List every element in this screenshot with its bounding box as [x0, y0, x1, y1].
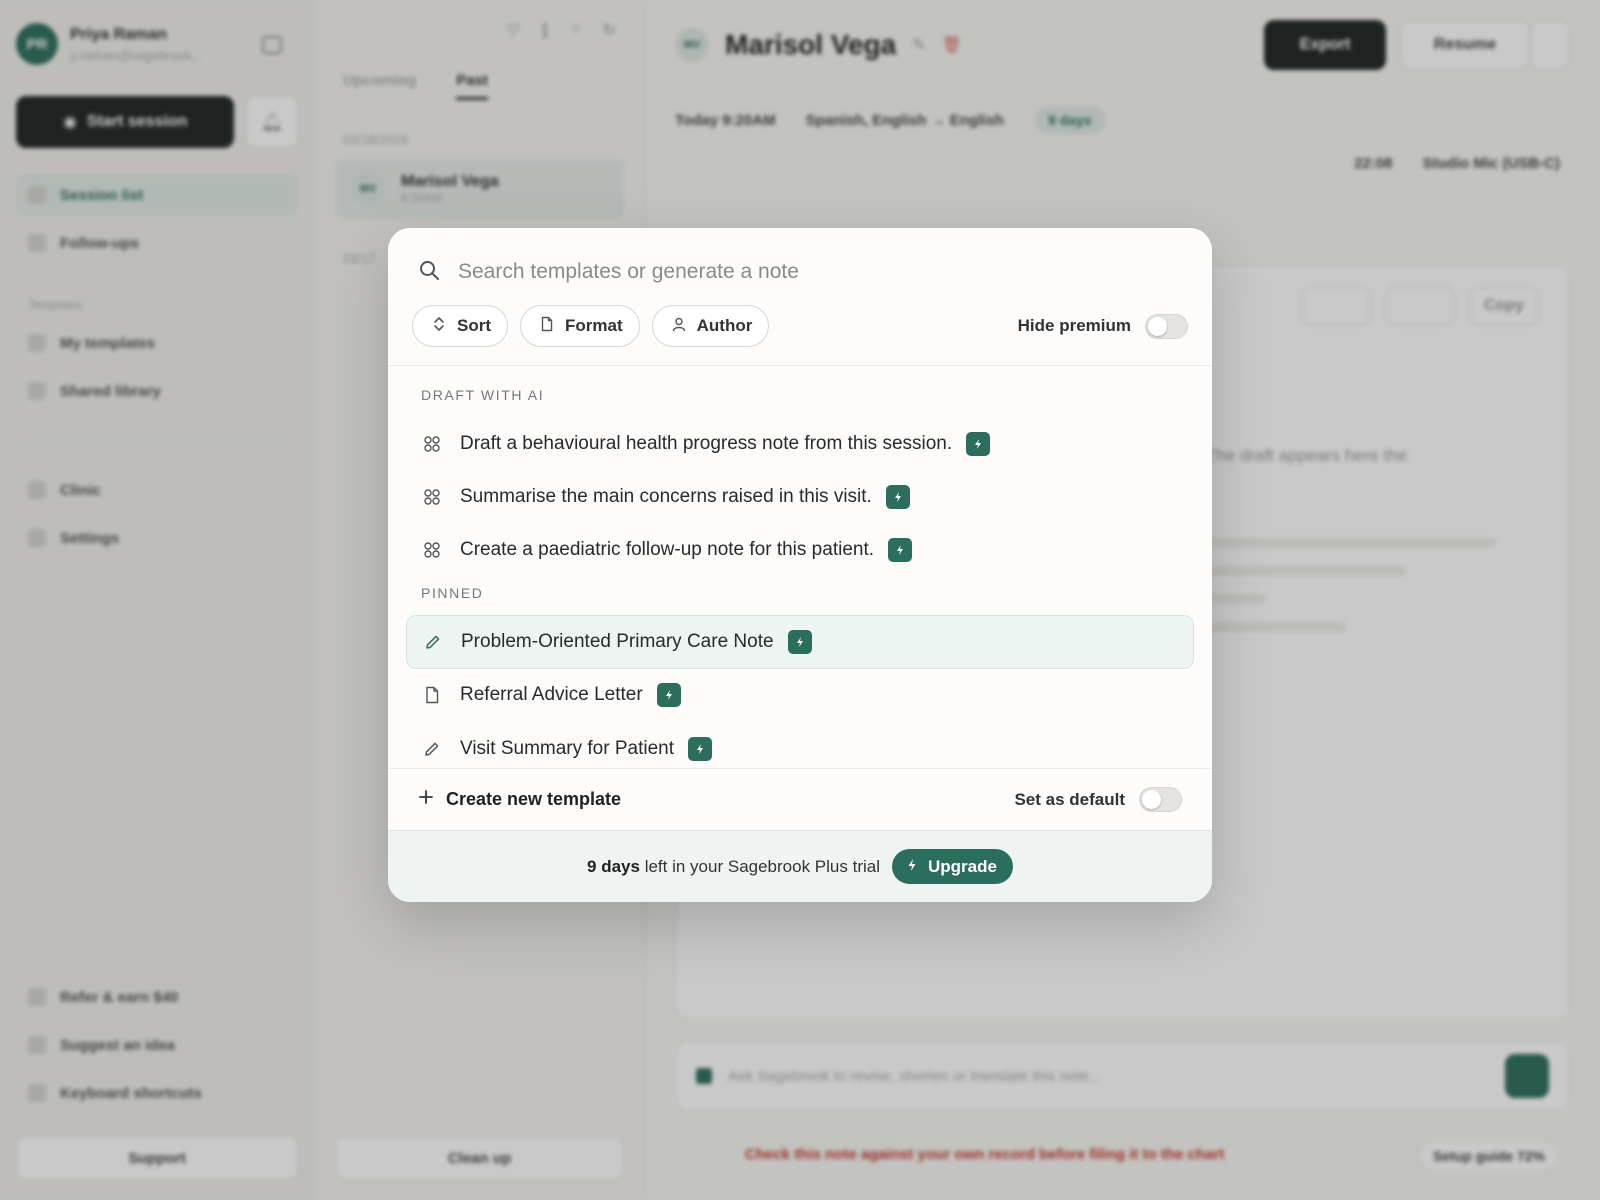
set-default-label: Set as default	[1014, 789, 1125, 809]
hide-premium-label: Hide premium	[1017, 316, 1131, 335]
ai-suggestion-item[interactable]: Create a paediatric follow-up note for t…	[406, 523, 1194, 577]
premium-bolt-icon	[966, 432, 991, 456]
sort-icon	[431, 316, 447, 337]
search-icon	[418, 259, 440, 286]
search-bar	[418, 252, 1182, 292]
premium-bolt-icon	[888, 538, 913, 562]
trial-text: left in your Sagebrook Plus trial	[644, 856, 880, 876]
format-filter-button[interactable]: Format	[520, 305, 640, 347]
ai-suggestion-item[interactable]: Summarise the main concerns raised in th…	[406, 470, 1194, 524]
chip-label: Author	[696, 316, 753, 335]
ai-suggestion-label: Summarise the main concerns raised in th…	[460, 486, 872, 507]
search-input[interactable]	[458, 260, 1182, 284]
sparkle-grid-icon	[422, 487, 442, 507]
create-new-template-button[interactable]: Create new template	[418, 789, 621, 810]
document-icon	[422, 685, 442, 705]
template-label: Problem-Oriented Primary Care Note	[461, 631, 774, 652]
trial-banner: 9 days left in your Sagebrook Plus trial…	[388, 830, 1212, 902]
person-icon	[671, 316, 687, 337]
pinned-template-item[interactable]: Referral Advice Letter	[406, 668, 1194, 722]
create-new-template-label: Create new template	[446, 789, 622, 809]
premium-bolt-icon	[688, 737, 713, 761]
template-label: Visit Summary for Patient	[460, 738, 675, 759]
set-default-toggle[interactable]	[1139, 787, 1182, 812]
set-default-control: Set as default	[1014, 787, 1182, 812]
bolt-icon	[906, 857, 918, 877]
chip-label: Sort	[457, 316, 491, 335]
upgrade-button[interactable]: Upgrade	[892, 849, 1013, 884]
pencil-icon	[422, 739, 442, 759]
filter-bar: Sort Format Author Hide premium	[412, 305, 1188, 347]
ai-suggestion-label: Draft a behavioural health progress note…	[460, 433, 953, 454]
upgrade-label: Upgrade	[928, 856, 997, 876]
template-picker-dialog: Sort Format Author Hide premium DRAFT WI…	[388, 228, 1212, 902]
hide-premium-control: Hide premium	[1017, 313, 1188, 339]
ai-suggestion-item[interactable]: Draft a behavioural health progress note…	[406, 417, 1194, 471]
pinned-template-item[interactable]: Problem-Oriented Primary Care Note	[406, 615, 1194, 669]
trial-message: 9 days left in your Sagebrook Plus trial	[587, 857, 880, 877]
template-label: Referral Advice Letter	[460, 684, 643, 705]
sparkle-grid-icon	[422, 434, 442, 454]
trial-days: 9 days	[587, 856, 640, 876]
document-icon	[539, 316, 555, 337]
section-label-ai: DRAFT WITH AI	[421, 387, 545, 403]
plus-icon	[418, 789, 434, 810]
hide-premium-toggle[interactable]	[1145, 313, 1188, 339]
premium-bolt-icon	[885, 485, 910, 509]
sort-filter-button[interactable]: Sort	[412, 305, 508, 347]
ai-suggestion-label: Create a paediatric follow-up note for t…	[460, 539, 875, 560]
create-template-bar: Create new template Set as default	[388, 768, 1212, 830]
section-label-pinned: PINNED	[421, 585, 484, 601]
chip-label: Format	[565, 316, 623, 335]
author-filter-button[interactable]: Author	[651, 305, 770, 347]
sparkle-grid-icon	[422, 540, 442, 560]
premium-bolt-icon	[787, 630, 812, 654]
pencil-icon	[423, 632, 443, 652]
premium-bolt-icon	[656, 683, 681, 707]
